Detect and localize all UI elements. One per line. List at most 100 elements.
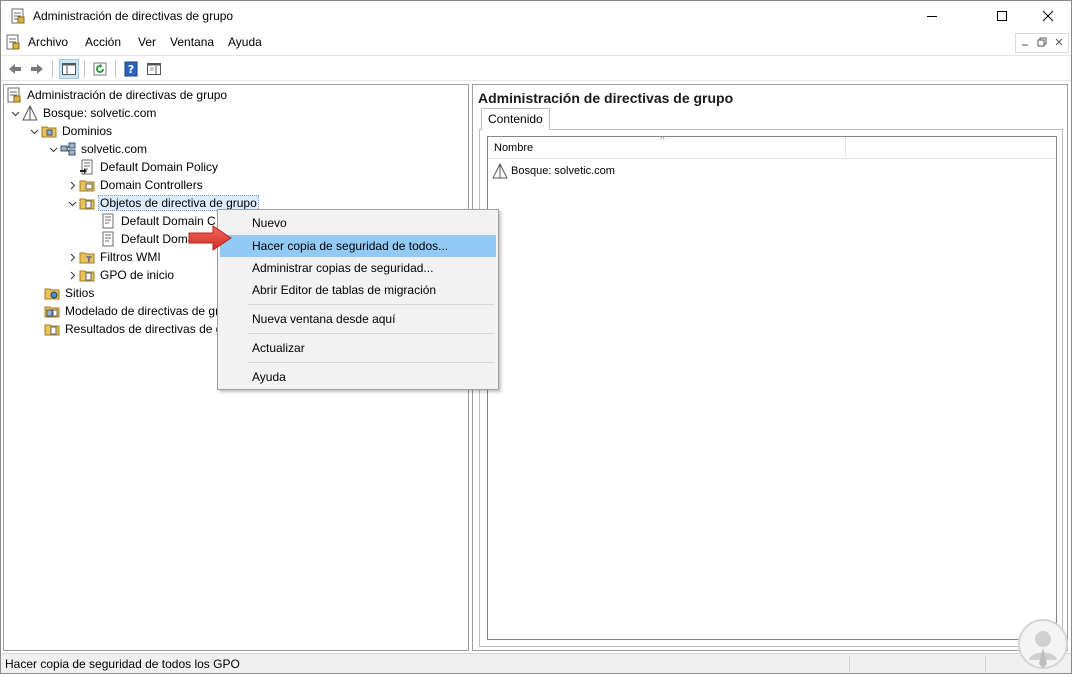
pane-title: Administración de directivas de grupo xyxy=(478,90,734,106)
chevron-right-icon[interactable] xyxy=(65,176,79,194)
toolbar-separator xyxy=(52,60,53,78)
menu-ayuda[interactable]: Ayuda xyxy=(228,35,262,49)
show-tree-icon[interactable] xyxy=(59,59,79,79)
mdi-controls xyxy=(1015,33,1069,53)
tree-item-sites[interactable]: Sitios xyxy=(44,284,96,302)
status-bar: Hacer copia de seguridad de todos los GP… xyxy=(1,653,1071,673)
menu-separator xyxy=(248,304,494,305)
chevron-down-icon[interactable] xyxy=(46,140,60,158)
sort-ascending-icon: ^ xyxy=(660,135,665,146)
tree-item-root[interactable]: Administración de directivas de grupo xyxy=(6,86,229,104)
chevron-down-icon[interactable] xyxy=(65,194,79,212)
mdi-close-icon[interactable] xyxy=(1054,36,1064,50)
tree-item-domain-controllers[interactable]: Domain Controllers xyxy=(65,176,205,194)
title-bar: Administración de directivas de grupo xyxy=(1,1,1071,31)
tree-item-default-domain-policy[interactable]: Default Domain Policy xyxy=(79,158,220,176)
contents-list[interactable]: ^ Nombre Bosque: solvetic.com xyxy=(487,135,1057,640)
solvetic-logo xyxy=(1017,618,1069,670)
tree-label: Dominios xyxy=(62,124,113,138)
menu-ventana[interactable]: Ventana xyxy=(170,35,214,49)
close-button[interactable] xyxy=(1025,1,1071,31)
tree-item-gp-results[interactable]: Resultados de directivas de g xyxy=(44,320,224,338)
toolbar-separator xyxy=(84,60,85,78)
mdi-minimize-icon[interactable] xyxy=(1020,36,1030,50)
chevron-right-icon[interactable] xyxy=(65,266,79,284)
menu-accion[interactable]: Acción xyxy=(85,35,121,49)
column-header-nombre[interactable]: ^ Nombre xyxy=(488,135,846,159)
domain-icon xyxy=(60,141,76,157)
forest-icon xyxy=(22,105,38,121)
menu-ver[interactable]: Ver xyxy=(138,35,156,49)
document-icon[interactable] xyxy=(5,34,21,50)
tree-item-forest[interactable]: Bosque: solvetic.com xyxy=(8,104,158,122)
ou-folder-icon xyxy=(79,177,95,193)
tree-item-domains[interactable]: Dominios xyxy=(27,122,114,140)
menu-item-new-window[interactable]: Nueva ventana desde aquí xyxy=(220,308,496,330)
menu-item-migration-editor[interactable]: Abrir Editor de tablas de migración xyxy=(220,279,496,301)
sites-folder-icon xyxy=(44,285,60,301)
refresh-icon[interactable] xyxy=(90,59,110,79)
list-header: ^ Nombre xyxy=(488,135,1056,159)
menu-item-refresh[interactable]: Actualizar xyxy=(220,337,496,359)
gpo-folder-icon xyxy=(79,195,95,211)
tab-content: ^ Nombre Bosque: solvetic.com xyxy=(479,129,1063,647)
gpo-icon xyxy=(100,231,116,247)
list-item-label: Bosque: solvetic.com xyxy=(511,165,615,177)
chevron-down-icon[interactable] xyxy=(27,122,41,140)
svg-text:?: ? xyxy=(128,63,134,76)
status-divider xyxy=(849,656,850,672)
menu-separator xyxy=(248,333,494,334)
tree-label: Default Domain Policy xyxy=(100,160,219,174)
forest-icon xyxy=(492,163,508,179)
show-action-pane-icon[interactable] xyxy=(144,59,164,79)
tree-label: GPO de inicio xyxy=(100,268,175,282)
tree-label: Administración de directivas de grupo xyxy=(27,88,228,102)
tree-label: Resultados de directivas de g xyxy=(65,322,223,336)
red-arrow-icon xyxy=(187,224,233,255)
back-icon[interactable] xyxy=(5,59,25,79)
tree-item-starter-gpos[interactable]: GPO de inicio xyxy=(65,266,176,284)
starter-gpo-folder-icon xyxy=(79,267,95,283)
wmi-folder-icon xyxy=(79,249,95,265)
help-icon[interactable]: ? xyxy=(121,59,141,79)
menu-item-nuevo[interactable]: Nuevo xyxy=(220,212,496,234)
tree-label: Modelado de directivas de gru xyxy=(65,304,226,318)
app-window: Administración de directivas de grupo Ar… xyxy=(0,0,1072,674)
results-folder-icon xyxy=(44,321,60,337)
tree-label: Domain Controllers xyxy=(100,178,203,192)
status-divider xyxy=(985,656,986,672)
gpmc-icon xyxy=(6,87,22,103)
mdi-restore-icon[interactable] xyxy=(1037,36,1047,50)
tree-item-wmi-filters[interactable]: Filtros WMI xyxy=(65,248,163,266)
menu-separator xyxy=(248,362,494,363)
tree-label: Filtros WMI xyxy=(100,250,161,264)
gpo-link-icon xyxy=(79,159,95,175)
tree-label: solvetic.com xyxy=(81,142,148,156)
status-text: Hacer copia de seguridad de todos los GP… xyxy=(5,657,240,671)
window-title: Administración de directivas de grupo xyxy=(33,9,234,23)
details-pane: Administración de directivas de grupo Co… xyxy=(472,84,1068,651)
toolbar-separator xyxy=(115,60,116,78)
tree-label: Bosque: solvetic.com xyxy=(43,106,157,120)
forward-icon[interactable] xyxy=(27,59,47,79)
menu-item-help[interactable]: Ayuda xyxy=(220,366,496,388)
tree-item-gp-modeling[interactable]: Modelado de directivas de gru xyxy=(44,302,228,320)
minimize-button[interactable] xyxy=(909,1,955,31)
menu-item-backup-all[interactable]: Hacer copia de seguridad de todos... xyxy=(220,235,496,257)
gpmc-app-icon xyxy=(10,8,26,24)
column-label: Nombre xyxy=(494,142,534,154)
list-item[interactable]: Bosque: solvetic.com xyxy=(492,163,615,179)
chevron-down-icon[interactable] xyxy=(8,104,22,122)
toolbar: ? xyxy=(1,55,1071,81)
menu-item-manage-backups[interactable]: Administrar copias de seguridad... xyxy=(220,257,496,279)
modeling-icon xyxy=(44,303,60,319)
tab-contenido[interactable]: Contenido xyxy=(481,108,550,130)
gpo-icon xyxy=(100,213,116,229)
tree-item-domain[interactable]: solvetic.com xyxy=(46,140,149,158)
menu-bar: Archivo Acción Ver Ventana Ayuda xyxy=(1,31,1071,53)
domains-folder-icon xyxy=(41,123,57,139)
tree-label: Sitios xyxy=(65,286,95,300)
menu-archivo[interactable]: Archivo xyxy=(28,35,68,49)
chevron-right-icon[interactable] xyxy=(65,248,79,266)
maximize-button[interactable] xyxy=(979,1,1025,31)
